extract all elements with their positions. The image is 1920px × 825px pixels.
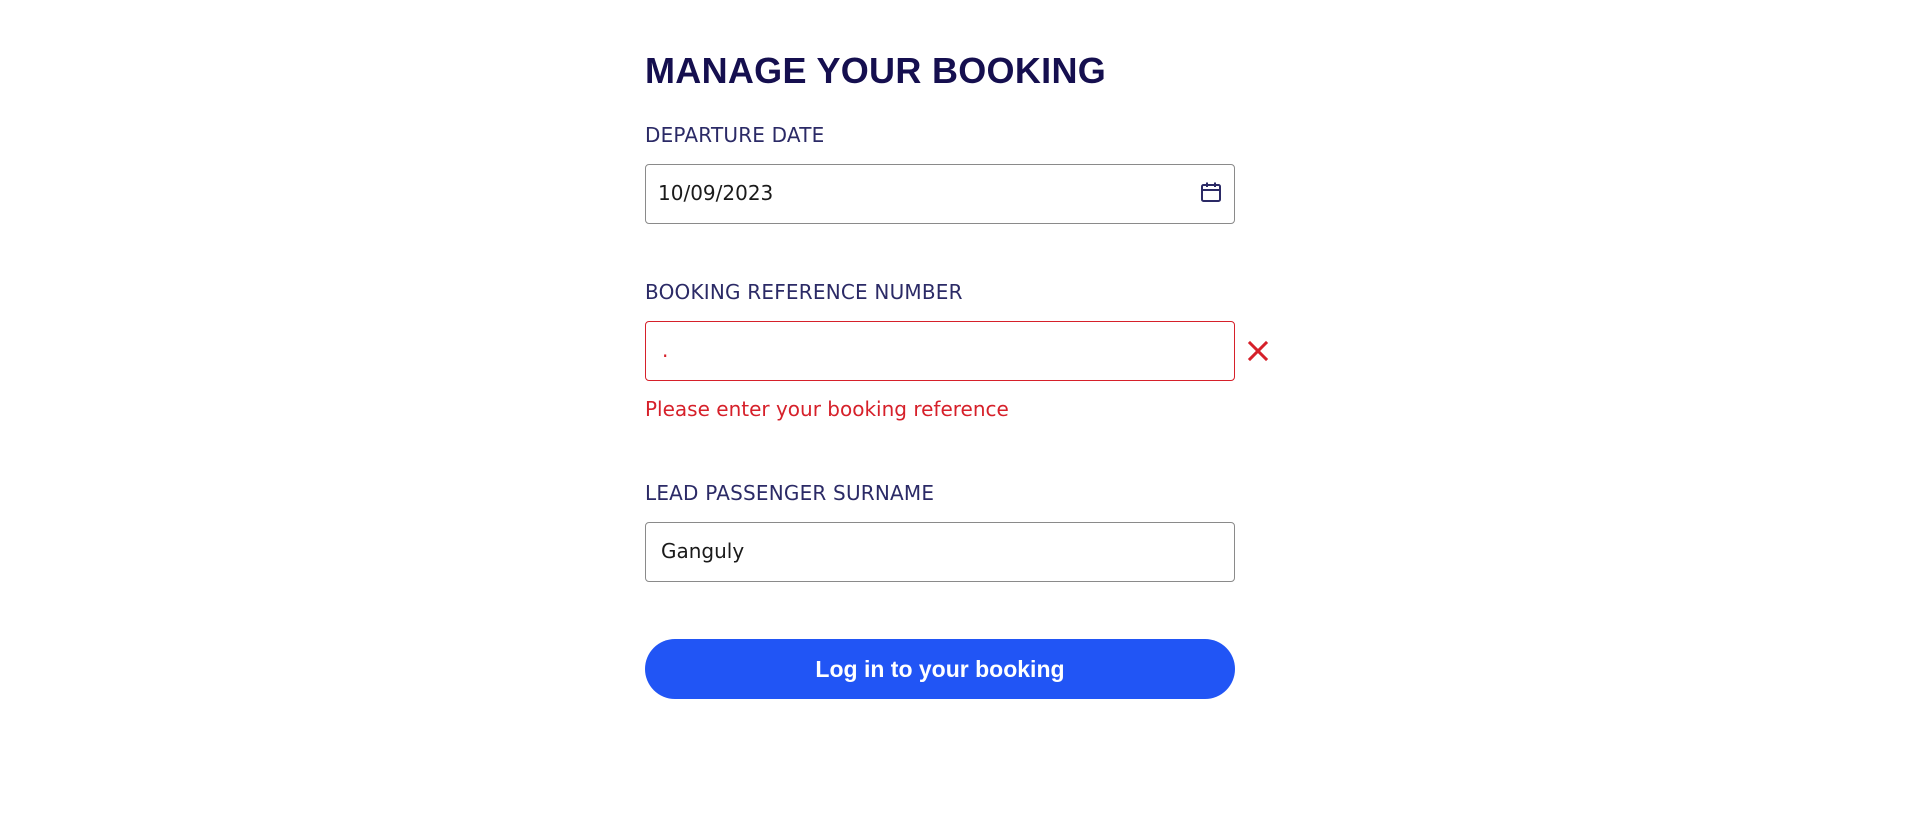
login-button[interactable]: Log in to your booking [645,639,1235,699]
departure-date-value: 10/09/2023 [658,181,774,205]
booking-reference-value: . [662,338,669,362]
departure-date-field[interactable]: 10/09/2023 [645,164,1235,224]
close-icon [1247,340,1269,362]
page-title: MANAGE YOUR BOOKING [645,50,1107,91]
surname-label: LEAD PASSENGER SURNAME [645,481,935,505]
surname-value: Ganguly [661,539,745,563]
calendar-icon[interactable] [1199,180,1223,204]
surname-field[interactable]: Ganguly [645,522,1235,582]
booking-reference-field[interactable]: . [645,321,1235,381]
booking-reference-error: Please enter your booking reference [645,397,1009,421]
booking-reference-label: BOOKING REFERENCE NUMBER [645,280,963,304]
departure-date-label: DEPARTURE DATE [645,123,825,147]
